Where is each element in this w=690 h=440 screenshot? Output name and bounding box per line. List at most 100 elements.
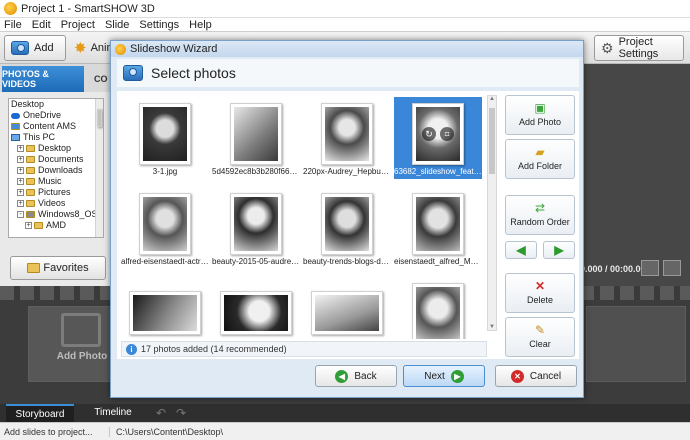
photos-added-text: 17 photos added (14 recommended) [141,344,287,354]
tab-storyboard[interactable]: Storyboard [6,404,74,422]
cancel-button[interactable]: ✕ Cancel [495,365,577,387]
tree-item[interactable]: + AMD [9,220,103,231]
status-path: C:\Users\Content\Desktop\ [116,426,224,437]
expand-icon[interactable]: + [17,145,24,152]
move-left-button[interactable]: ◀ [505,241,537,259]
random-order-button[interactable]: ⇄ Random Order [505,195,575,235]
info-icon: i [126,343,137,355]
next-button[interactable]: Next ▶ [403,365,485,387]
clear-button-label: Clear [529,339,551,349]
menu-help[interactable]: Help [189,19,212,31]
project-settings-button[interactable]: ⚙ Project Settings [594,35,684,61]
favorites-label: Favorites [43,262,89,274]
tree-item[interactable]: Desktop [9,99,103,110]
expand-icon[interactable]: + [17,178,24,185]
info-bar: i 17 photos added (14 recommended) [121,341,487,357]
photo-item[interactable] [394,277,482,339]
empty-slide-slot [586,306,686,382]
folder-icon [26,167,35,174]
fullscreen-button[interactable] [663,260,681,276]
snapshot-button[interactable] [641,260,659,276]
tree-item-label: This PC [23,132,56,142]
photo-item[interactable]: 220px-Audrey_Hepburn... [303,97,391,179]
folder-tree: Desktop OneDrive Content AMS This PC + Deskto… [8,98,104,238]
photo-grid: 3-1.jpg 5d4592ec8b3b280f66c5... 220px-Audr… [121,95,485,339]
photo-item[interactable] [303,277,391,339]
tree-item-label: Content AMS [23,121,77,131]
menu-edit[interactable]: Edit [32,19,51,31]
photo-grid-scrollbar[interactable]: ▲ ▼ [487,95,497,331]
clear-button[interactable]: ✎ Clear [505,317,575,357]
photo-image [325,107,369,161]
tree-item[interactable]: + Documents [9,154,103,165]
menu-project[interactable]: Project [61,19,95,31]
photo-item[interactable]: beauty-2015-05-audrey... [212,187,300,269]
scroll-up-icon[interactable]: ▲ [488,96,496,102]
tree-item-label: OneDrive [23,110,62,120]
menu-settings[interactable]: Settings [139,19,179,31]
expand-icon[interactable]: + [25,222,32,229]
add-button[interactable]: Add [4,35,66,61]
delete-button[interactable]: ✕ Delete [505,273,575,313]
redo-icon[interactable]: ↷ [176,406,186,420]
cancel-icon: ✕ [510,369,524,383]
tree-scroll-thumb[interactable] [97,109,102,127]
scroll-thumb[interactable] [489,108,495,174]
tree-item[interactable]: + Pictures [9,187,103,198]
expand-icon[interactable]: + [17,200,24,207]
user-icon [11,123,20,130]
photo-item[interactable]: alfred-eisenstaedt-actre... [121,187,209,269]
tab-timeline[interactable]: Timeline [84,404,142,422]
photo-thumbnail [311,291,383,335]
back-button[interactable]: ◀ Back [315,365,397,387]
tab-photos-videos[interactable]: PHOTOS & VIDEOS [2,66,84,92]
dialog-title: Slideshow Wizard [130,43,218,55]
back-button-label: Back [354,370,377,382]
folder-icon [26,145,35,152]
tree-item[interactable]: + Downloads [9,165,103,176]
tree-item[interactable]: This PC [9,132,103,143]
photo-item[interactable]: 3-1.jpg [121,97,209,179]
folder-icon [26,156,35,163]
crop-icon[interactable]: ⌗ [440,127,454,141]
delete-button-label: Delete [526,295,553,305]
camera-icon [11,41,29,55]
tree-scrollbar[interactable] [95,99,103,237]
rotate-icon[interactable]: ↻ [422,127,436,141]
tree-item[interactable]: + Music [9,176,103,187]
tab-other[interactable]: CO [94,74,108,84]
tree-item[interactable]: Content AMS [9,121,103,132]
collapse-icon[interactable]: - [17,211,24,218]
photo-item[interactable] [212,277,300,339]
add-folder-button[interactable]: ▰ Add Folder [505,139,575,179]
menu-slide[interactable]: Slide [105,19,129,31]
add-photo-button[interactable]: ▣ Add Photo [505,95,575,135]
photo-item-selected[interactable]: ↻ ⌗ 63682_slideshow_featur... [394,97,482,179]
photo-item[interactable]: beauty-trends-blogs-dail... [303,187,391,269]
drive-icon [26,211,35,218]
photo-item[interactable] [121,277,209,339]
move-right-button[interactable]: ▶ [543,241,575,259]
photo-item[interactable]: 5d4592ec8b3b280f66c5... [212,97,300,179]
tree-item[interactable]: + Videos [9,198,103,209]
favorites-button[interactable]: Favorites [10,256,106,280]
side-buttons: ▣ Add Photo ▰ Add Folder ⇄ Random Order … [499,91,579,359]
folder-icon [34,222,43,229]
expand-icon[interactable]: + [17,156,24,163]
menu-file[interactable]: File [4,19,22,31]
animation-icon: ✸ [74,40,87,57]
back-arrow-icon: ◀ [335,369,349,383]
tree-item[interactable]: - Windows8_OS [9,209,103,220]
expand-icon[interactable]: + [17,167,24,174]
bottom-tabs: Storyboard Timeline ↶ ↷ [0,404,690,422]
tree-item[interactable]: + Desktop [9,143,103,154]
photo-thumbnail [230,103,282,165]
undo-icon[interactable]: ↶ [156,406,166,420]
expand-icon[interactable]: + [17,189,24,196]
photo-image [224,295,288,331]
scroll-down-icon[interactable]: ▼ [488,324,496,330]
photo-caption: 5d4592ec8b3b280f66c5... [212,167,300,176]
tree-item[interactable]: OneDrive [9,110,103,121]
photo-item[interactable]: eisenstaedt_alfred_Maril... [394,187,482,269]
photo-caption: eisenstaedt_alfred_Maril... [394,257,482,266]
